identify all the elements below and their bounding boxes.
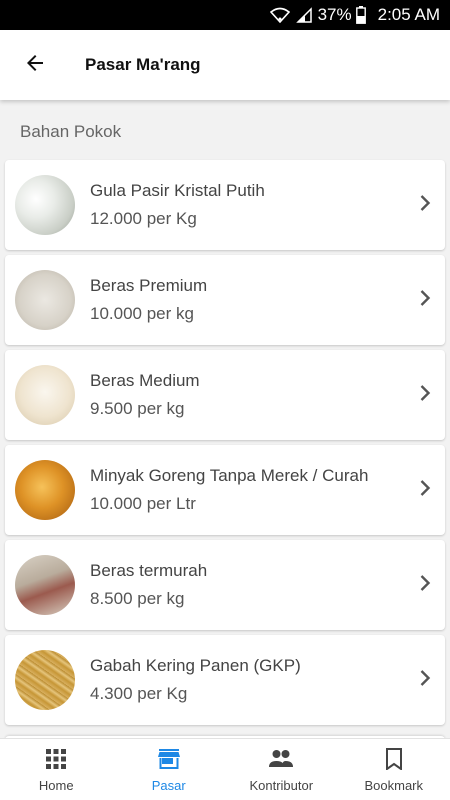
signal-icon	[295, 7, 312, 23]
item-thumbnail	[15, 270, 75, 330]
section-title: Bahan Pokok	[20, 122, 122, 141]
item-name: Beras termurah	[90, 561, 208, 580]
chevron-right-icon	[419, 384, 431, 407]
nav-label: Bookmark	[364, 778, 424, 793]
battery-percent: 37%	[317, 5, 352, 24]
nav-pasar[interactable]: Pasar	[113, 739, 226, 800]
chevron-right-icon	[419, 289, 431, 312]
nav-kontributor[interactable]: Kontributor	[225, 739, 338, 800]
nav-label: Pasar	[151, 778, 186, 793]
list-item[interactable]: Minyak Goreng Tanpa Merek / Curah 10.000…	[5, 445, 445, 535]
item-name: Beras Premium	[90, 276, 208, 295]
item-price: 8.500 per kg	[90, 589, 185, 608]
chevron-right-icon	[419, 479, 431, 502]
item-thumbnail	[15, 365, 75, 425]
arrow-left-icon	[23, 51, 47, 80]
chevron-right-icon	[419, 669, 431, 692]
wifi-icon	[269, 7, 290, 23]
battery-icon	[355, 6, 366, 24]
item-thumbnail	[15, 460, 75, 520]
status-bar: 37% 2:05 AM	[0, 0, 450, 30]
people-icon	[268, 748, 294, 773]
bookmark-icon	[385, 748, 403, 773]
nav-home[interactable]: Home	[0, 739, 113, 800]
item-thumbnail	[15, 175, 75, 235]
chevron-right-icon	[419, 574, 431, 597]
bottom-nav: Home Pasar Kontributor Bookmark	[0, 738, 450, 800]
item-name: Minyak Goreng Tanpa Merek / Curah	[90, 466, 369, 485]
item-name: Gabah Kering Panen (GKP)	[90, 656, 301, 675]
list-item[interactable]: Beras Medium 9.500 per kg	[5, 350, 445, 440]
item-price: 12.000 per Kg	[90, 209, 197, 228]
chevron-right-icon	[419, 194, 431, 217]
nav-bookmark[interactable]: Bookmark	[338, 739, 450, 800]
item-price: 10.000 per kg	[90, 304, 194, 323]
grid-icon	[45, 748, 67, 773]
clock: 2:05 AM	[377, 5, 440, 24]
list-item[interactable]: Gabah Kering Panen (GKP) 4.300 per Kg	[5, 635, 445, 725]
back-button[interactable]	[0, 30, 70, 100]
list-item[interactable]: Beras Premium 10.000 per kg	[5, 255, 445, 345]
item-price: 9.500 per kg	[90, 399, 185, 418]
page-title: Pasar Ma'rang	[85, 55, 201, 74]
item-price: 10.000 per Ltr	[90, 494, 196, 513]
item-thumbnail	[15, 555, 75, 615]
item-price: 4.300 per Kg	[90, 684, 188, 703]
item-thumbnail	[15, 650, 75, 710]
item-name: Gula Pasir Kristal Putih	[90, 181, 265, 200]
store-icon	[157, 748, 181, 773]
item-list[interactable]: Bahan Pokok Gula Pasir Kristal Putih 12.…	[0, 100, 450, 738]
list-item[interactable]: Beras termurah 8.500 per kg	[5, 540, 445, 630]
nav-label: Kontributor	[249, 778, 314, 793]
nav-label: Home	[38, 778, 74, 793]
app-bar: Pasar Ma'rang	[0, 30, 450, 100]
list-item[interactable]: Gula Pasir Kristal Putih 12.000 per Kg	[5, 160, 445, 250]
item-name: Beras Medium	[90, 371, 200, 390]
